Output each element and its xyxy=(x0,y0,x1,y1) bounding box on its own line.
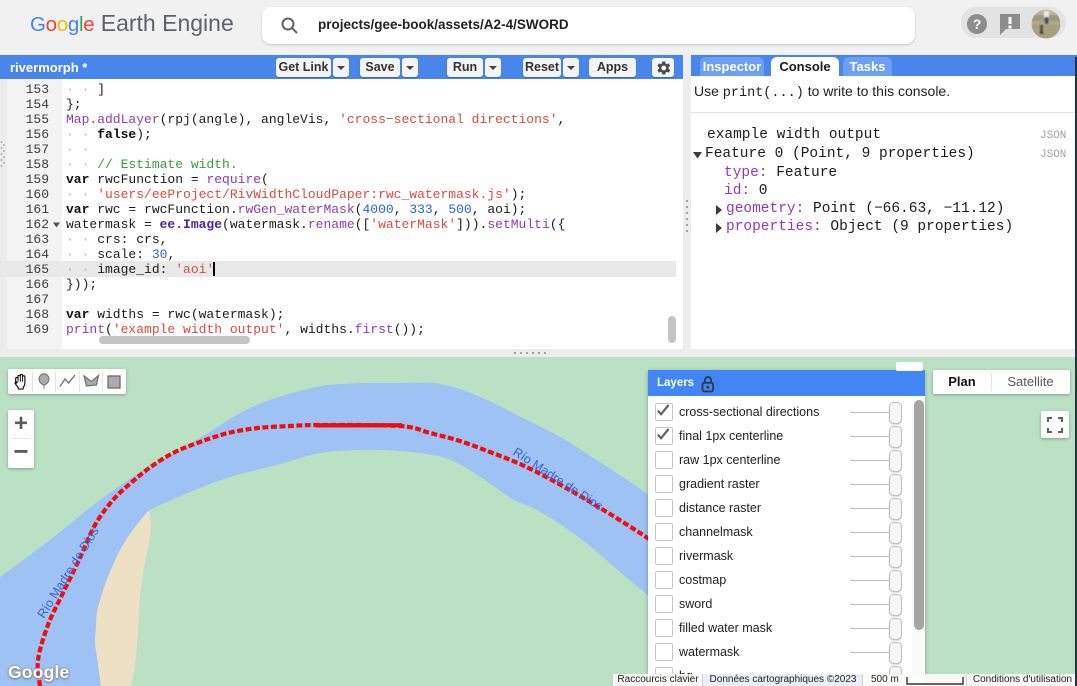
svg-text:?: ? xyxy=(973,16,982,32)
